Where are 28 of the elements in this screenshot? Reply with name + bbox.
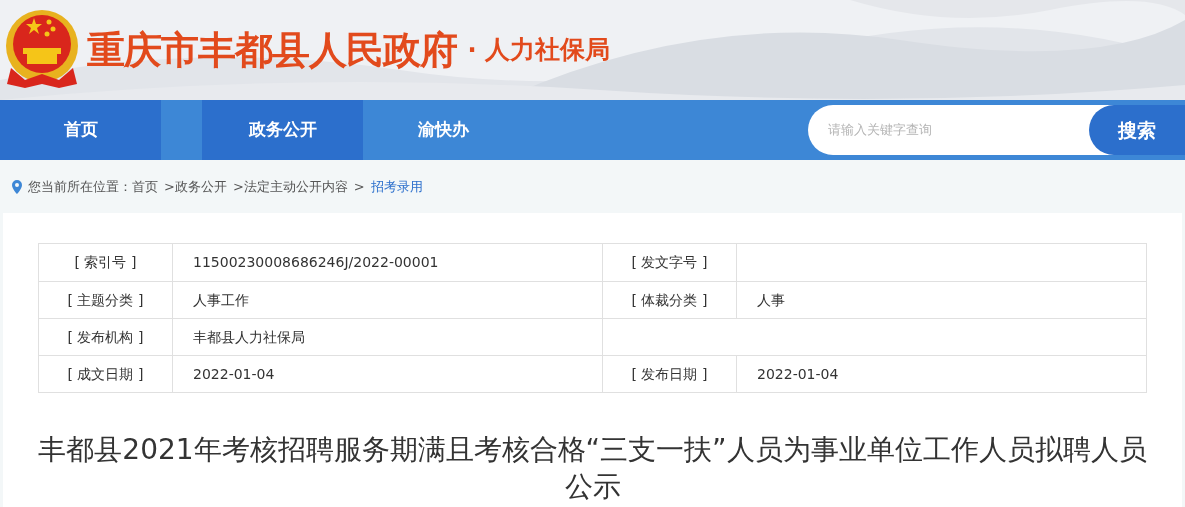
nav-tab[interactable]: 渝快办	[363, 100, 524, 160]
field-value: 人事	[757, 290, 785, 310]
field-value: 2022-01-04	[193, 364, 275, 384]
breadcrumb-link[interactable]: >政务公开	[164, 176, 227, 197]
breadcrumb-link[interactable]: 您当前所在位置：首页	[28, 176, 158, 197]
field-label: [ 发布日期 ]	[631, 364, 708, 384]
site-title: 重庆市丰都县人民政府	[87, 26, 458, 74]
search-field[interactable]: 请输入关键字查询 搜索	[808, 105, 1185, 155]
breadcrumb-link[interactable]: >法定主动公开内容	[232, 176, 348, 197]
department-title: 人力社保局	[484, 34, 610, 67]
field-label: [ 成文日期 ]	[67, 364, 144, 384]
separator-dot: ·	[467, 35, 477, 66]
nav-tab[interactable]: 政务公开	[202, 100, 363, 160]
field-value: 人事工作	[193, 290, 249, 310]
article-title: 丰都县2021年考核招聘服务期满且考核合格“三支一扶”人员为事业单位工作人员拟聘人员公示	[38, 432, 1147, 505]
field-label: [ 发布机构 ]	[67, 327, 144, 347]
field-value: 2022-01-04	[757, 364, 839, 384]
field-label: [ 主题分类 ]	[67, 290, 144, 310]
search-button[interactable]: 搜索	[1089, 105, 1185, 155]
field-value: 11500230008686246J/2022-00001	[193, 253, 439, 272]
field-label: [ 体裁分类 ]	[631, 290, 708, 310]
nav-tab[interactable]: 首页	[0, 100, 161, 160]
field-label: [ 索引号 ]	[74, 253, 137, 272]
breadcrumb-link[interactable]: 招考录用	[370, 176, 423, 197]
breadcrumb-link[interactable]: >	[353, 176, 365, 197]
location-pin-icon	[12, 179, 22, 194]
field-value: 丰都县人力社保局	[193, 327, 305, 347]
field-label: [ 发文字号 ]	[631, 253, 708, 272]
